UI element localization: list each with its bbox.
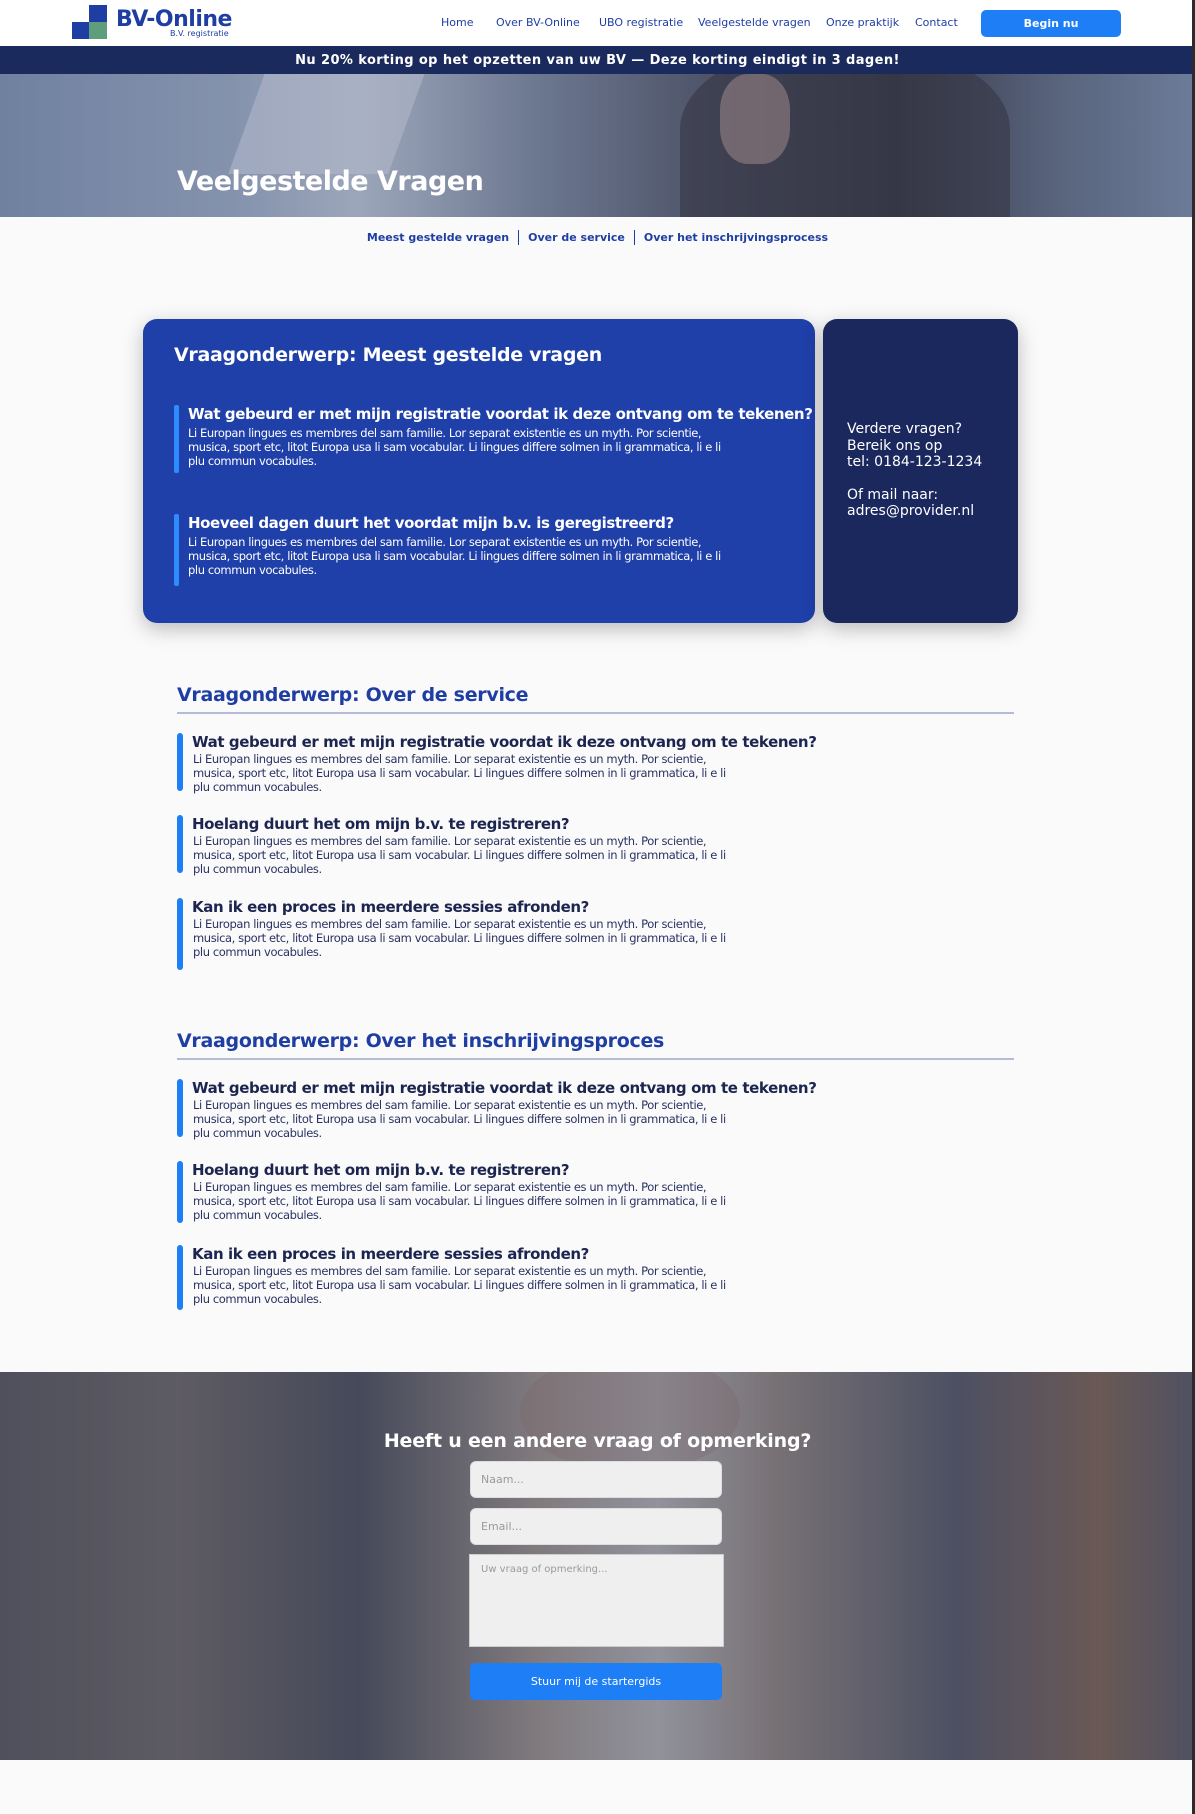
faq-accent-bar [174, 405, 179, 473]
faq-accent-bar [177, 1245, 183, 1310]
faq-accent-bar [177, 1079, 183, 1137]
faq-answer: Li Europan lingues es membres del sam fa… [193, 834, 726, 876]
faq-answer: Li Europan lingues es membres del sam fa… [193, 1264, 726, 1306]
faq-answer: Li Europan lingues es membres del sam fa… [193, 1180, 726, 1222]
nav-ubo-registratie[interactable]: UBO registratie [599, 16, 683, 29]
email-address[interactable]: adres@provider.nl [847, 503, 1017, 520]
faq-answer: Li Europan lingues es membres del sam fa… [193, 752, 726, 794]
name-input[interactable]: Naam... [470, 1461, 722, 1498]
contact-info-line: Of mail naar: [847, 486, 939, 503]
contact-title: Heeft u een andere vraag of opmerking? [383, 1430, 812, 1452]
faq-accent-bar [177, 733, 183, 791]
featured-faq-panel: Vraagonderwerp: Meest gestelde vragen Wa… [143, 319, 815, 623]
faq-question[interactable]: Wat gebeurd er met mijn registratie voor… [188, 405, 813, 423]
contact-info-text: Verdere vragen? Bereik ons op tel: 0184-… [847, 421, 1017, 520]
faq-question[interactable]: Wat gebeurd er met mijn registratie voor… [192, 733, 817, 751]
submit-button[interactable]: Stuur mij de startergids [470, 1663, 722, 1700]
subnav-divider [518, 229, 520, 245]
faq-accent-bar [177, 1161, 183, 1223]
faq-accent-bar [174, 514, 179, 586]
topic-title-inschrijvingsproces: Vraagonderwerp: Over het inschrijvingspr… [177, 1030, 665, 1052]
subnav-over-de-service[interactable]: Over de service [528, 231, 625, 244]
faq-answer: Li Europan lingues es membres del sam fa… [188, 426, 721, 468]
topic-divider [177, 1058, 1014, 1060]
page-title: Veelgestelde Vragen [177, 166, 484, 197]
hero-banner: Veelgestelde Vragen [0, 74, 1195, 217]
contact-info-line: Verdere vragen? [847, 421, 963, 437]
faq-item: Hoelang duurt het om mijn b.v. te regist… [177, 815, 777, 876]
faq-accent-bar [177, 815, 183, 873]
featured-topic-title: Vraagonderwerp: Meest gestelde vragen [174, 344, 602, 366]
contact-section: Heeft u een andere vraag of opmerking? N… [0, 1372, 1195, 1760]
promo-banner: Nu 20% korting op het opzetten van uw BV… [0, 46, 1195, 74]
subnav-meest-gestelde[interactable]: Meest gestelde vragen [367, 231, 509, 244]
faq-accent-bar [177, 898, 183, 970]
nav-home[interactable]: Home [441, 16, 473, 29]
site-header: BV-Online B.V. registratie Home Over BV-… [0, 0, 1195, 46]
faq-question[interactable]: Hoelang duurt het om mijn b.v. te regist… [192, 815, 777, 833]
logo[interactable]: BV-Online B.V. registratie [72, 5, 232, 41]
faq-answer: Li Europan lingues es membres del sam fa… [193, 1098, 726, 1140]
faq-question[interactable]: Hoelang duurt het om mijn b.v. te regist… [192, 1161, 777, 1179]
logo-subtitle: B.V. registratie [170, 29, 229, 38]
faq-question[interactable]: Kan ik een proces in meerdere sessies af… [192, 898, 777, 916]
topic-divider [177, 712, 1014, 714]
phone-number[interactable]: tel: 0184-123-1234 [847, 454, 1017, 471]
faq-item: Kan ik een proces in meerdere sessies af… [177, 898, 777, 970]
faq-question[interactable]: Kan ik een proces in meerdere sessies af… [192, 1245, 777, 1263]
nav-onze-praktijk[interactable]: Onze praktijk [826, 16, 899, 29]
faq-item: Wat gebeurd er met mijn registratie voor… [174, 405, 813, 473]
faq-item: Wat gebeurd er met mijn registratie voor… [177, 1079, 817, 1140]
contact-info-line: Bereik ons op [847, 437, 943, 454]
faq-item: Kan ik een proces in meerdere sessies af… [177, 1245, 777, 1310]
subnav-divider [633, 229, 635, 245]
message-textarea[interactable]: Uw vraag of opmerking... [469, 1554, 724, 1647]
faq-item: Wat gebeurd er met mijn registratie voor… [177, 733, 817, 794]
contact-info-panel: Verdere vragen? Bereik ons op tel: 0184-… [823, 319, 1018, 623]
email-input[interactable]: Email... [470, 1508, 722, 1545]
faq-question[interactable]: Wat gebeurd er met mijn registratie voor… [192, 1079, 817, 1097]
subnav-inschrijvingsprocess[interactable]: Over het inschrijvingsprocess [644, 231, 828, 244]
nav-veelgestelde-vragen[interactable]: Veelgestelde vragen [698, 16, 811, 29]
begin-nu-button[interactable]: Begin nu [981, 10, 1121, 37]
logo-mark-icon [72, 5, 107, 39]
faq-subnav: Meest gestelde vragen Over de service Ov… [0, 228, 1195, 246]
topic-title-service: Vraagonderwerp: Over de service [177, 684, 529, 706]
nav-over-bv-online[interactable]: Over BV-Online [496, 16, 580, 29]
faq-item: Hoelang duurt het om mijn b.v. te regist… [177, 1161, 777, 1223]
faq-answer: Li Europan lingues es membres del sam fa… [193, 917, 726, 959]
faq-answer: Li Europan lingues es membres del sam fa… [188, 535, 721, 577]
faq-question[interactable]: Hoeveel dagen duurt het voordat mijn b.v… [188, 514, 754, 532]
faq-item: Hoeveel dagen duurt het voordat mijn b.v… [174, 514, 754, 586]
nav-contact[interactable]: Contact [915, 16, 958, 29]
